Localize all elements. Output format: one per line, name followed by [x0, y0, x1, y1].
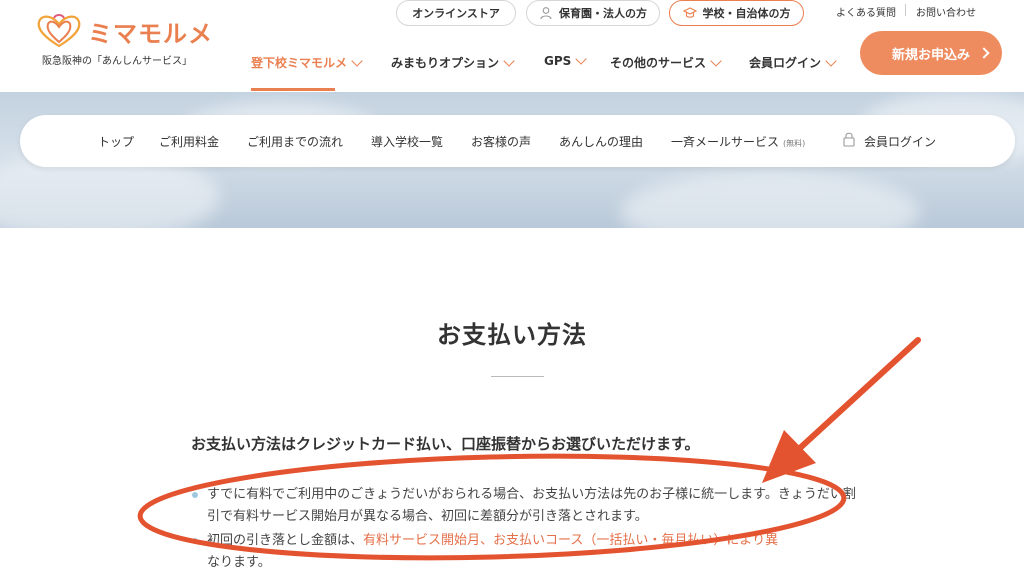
faq-link[interactable]: よくある質問 [836, 4, 896, 19]
bullet-highlight[interactable]: 有料サービス開始月、お支払いコース（一括払い・毎月払い）により異 [363, 533, 778, 548]
sub-navigation: トップ ご利用料金 ご利用までの流れ 導入学校一覧 お客様の声 あんしんの理由 … [20, 115, 1015, 167]
school-label: 学校・自治体の方 [702, 7, 791, 20]
subnav-pricing[interactable]: ご利用料金 [159, 133, 219, 150]
subnav-voices[interactable]: お客様の声 [471, 133, 531, 150]
contact-link[interactable]: お問い合わせ [916, 4, 976, 19]
nav-active-indicator [251, 88, 335, 91]
chevron-down-icon [825, 54, 837, 67]
nav-label: みまもりオプション [391, 56, 500, 70]
chevron-right-icon [978, 47, 990, 59]
list-item: すでに有料でご利用中のごきょうだいがおられる場合、お支払い方法は先のお子様に統一… [192, 484, 857, 528]
chevron-down-icon [575, 53, 587, 65]
nav-member-login[interactable]: 会員ログイン [749, 54, 837, 71]
online-store-button[interactable]: オンラインストア [396, 0, 516, 26]
nav-mimamori-option[interactable]: みまもりオプション [391, 54, 515, 71]
subnav-member-login[interactable]: 会員ログイン [864, 133, 936, 150]
logo-heart-icon [37, 14, 81, 48]
chevron-down-icon [351, 54, 363, 67]
cloud-shape [620, 172, 920, 228]
util-divider [905, 4, 906, 16]
bullet-prefix: 初回の引き落とし金額は、 [207, 533, 364, 548]
school-button[interactable]: 学校・自治体の方 [669, 0, 804, 26]
nav-label: 会員ログイン [749, 56, 822, 70]
nav-other-services[interactable]: その他のサービス [610, 54, 722, 71]
subnav-top[interactable]: トップ [98, 133, 134, 150]
online-store-label: オンラインストア [412, 7, 500, 20]
payment-lead: お支払い方法はクレジットカード払い、口座振替からお選びいただけます。 [191, 435, 700, 453]
site-header: ミマモルメ 阪急阪神の「あんしんサービス」 オンラインストア 保育園・法人の方 … [0, 0, 1024, 92]
nav-label: その他のサービス [610, 56, 707, 70]
brand-name: ミマモルメ [88, 20, 213, 48]
subnav-schools[interactable]: 導入学校一覧 [371, 133, 443, 150]
page-title: お支払い方法 [437, 321, 587, 349]
nav-label: 登下校ミマモルメ [251, 56, 348, 70]
cta-label: 新規お申込み [892, 47, 971, 63]
annotation-arrow-head [762, 430, 816, 483]
chevron-down-icon [710, 54, 722, 67]
lock-icon [843, 132, 855, 147]
nav-tokoge-mimamorume[interactable]: 登下校ミマモルメ [251, 54, 363, 71]
subnav-mail-label: 一斉メールサービス [671, 135, 780, 149]
nursery-label: 保育園・法人の方 [559, 7, 647, 20]
annotation-arrow-shaft [797, 337, 921, 451]
title-divider [491, 376, 544, 377]
nav-gps[interactable]: GPS [544, 53, 587, 68]
bullet-suffix: なります。 [207, 555, 271, 570]
subnav-mail-note: (無料) [783, 139, 806, 148]
person-icon [540, 7, 552, 20]
graduation-cap-icon [682, 7, 697, 18]
subnav-mail-service[interactable]: 一斉メールサービス (無料) [671, 133, 805, 150]
new-application-button[interactable]: 新規お申込み [860, 31, 1002, 75]
brand-tagline: 阪急阪神の「あんしんサービス」 [42, 56, 192, 67]
chevron-down-icon [503, 54, 515, 67]
subnav-flow[interactable]: ご利用までの流れ [247, 133, 343, 150]
list-item: 初回の引き落とし金額は、有料サービス開始月、お支払いコース（一括払い・毎月払い）… [192, 530, 857, 574]
nav-label: GPS [544, 54, 572, 68]
subnav-reasons[interactable]: あんしんの理由 [559, 133, 643, 150]
nursery-button[interactable]: 保育園・法人の方 [526, 0, 660, 26]
